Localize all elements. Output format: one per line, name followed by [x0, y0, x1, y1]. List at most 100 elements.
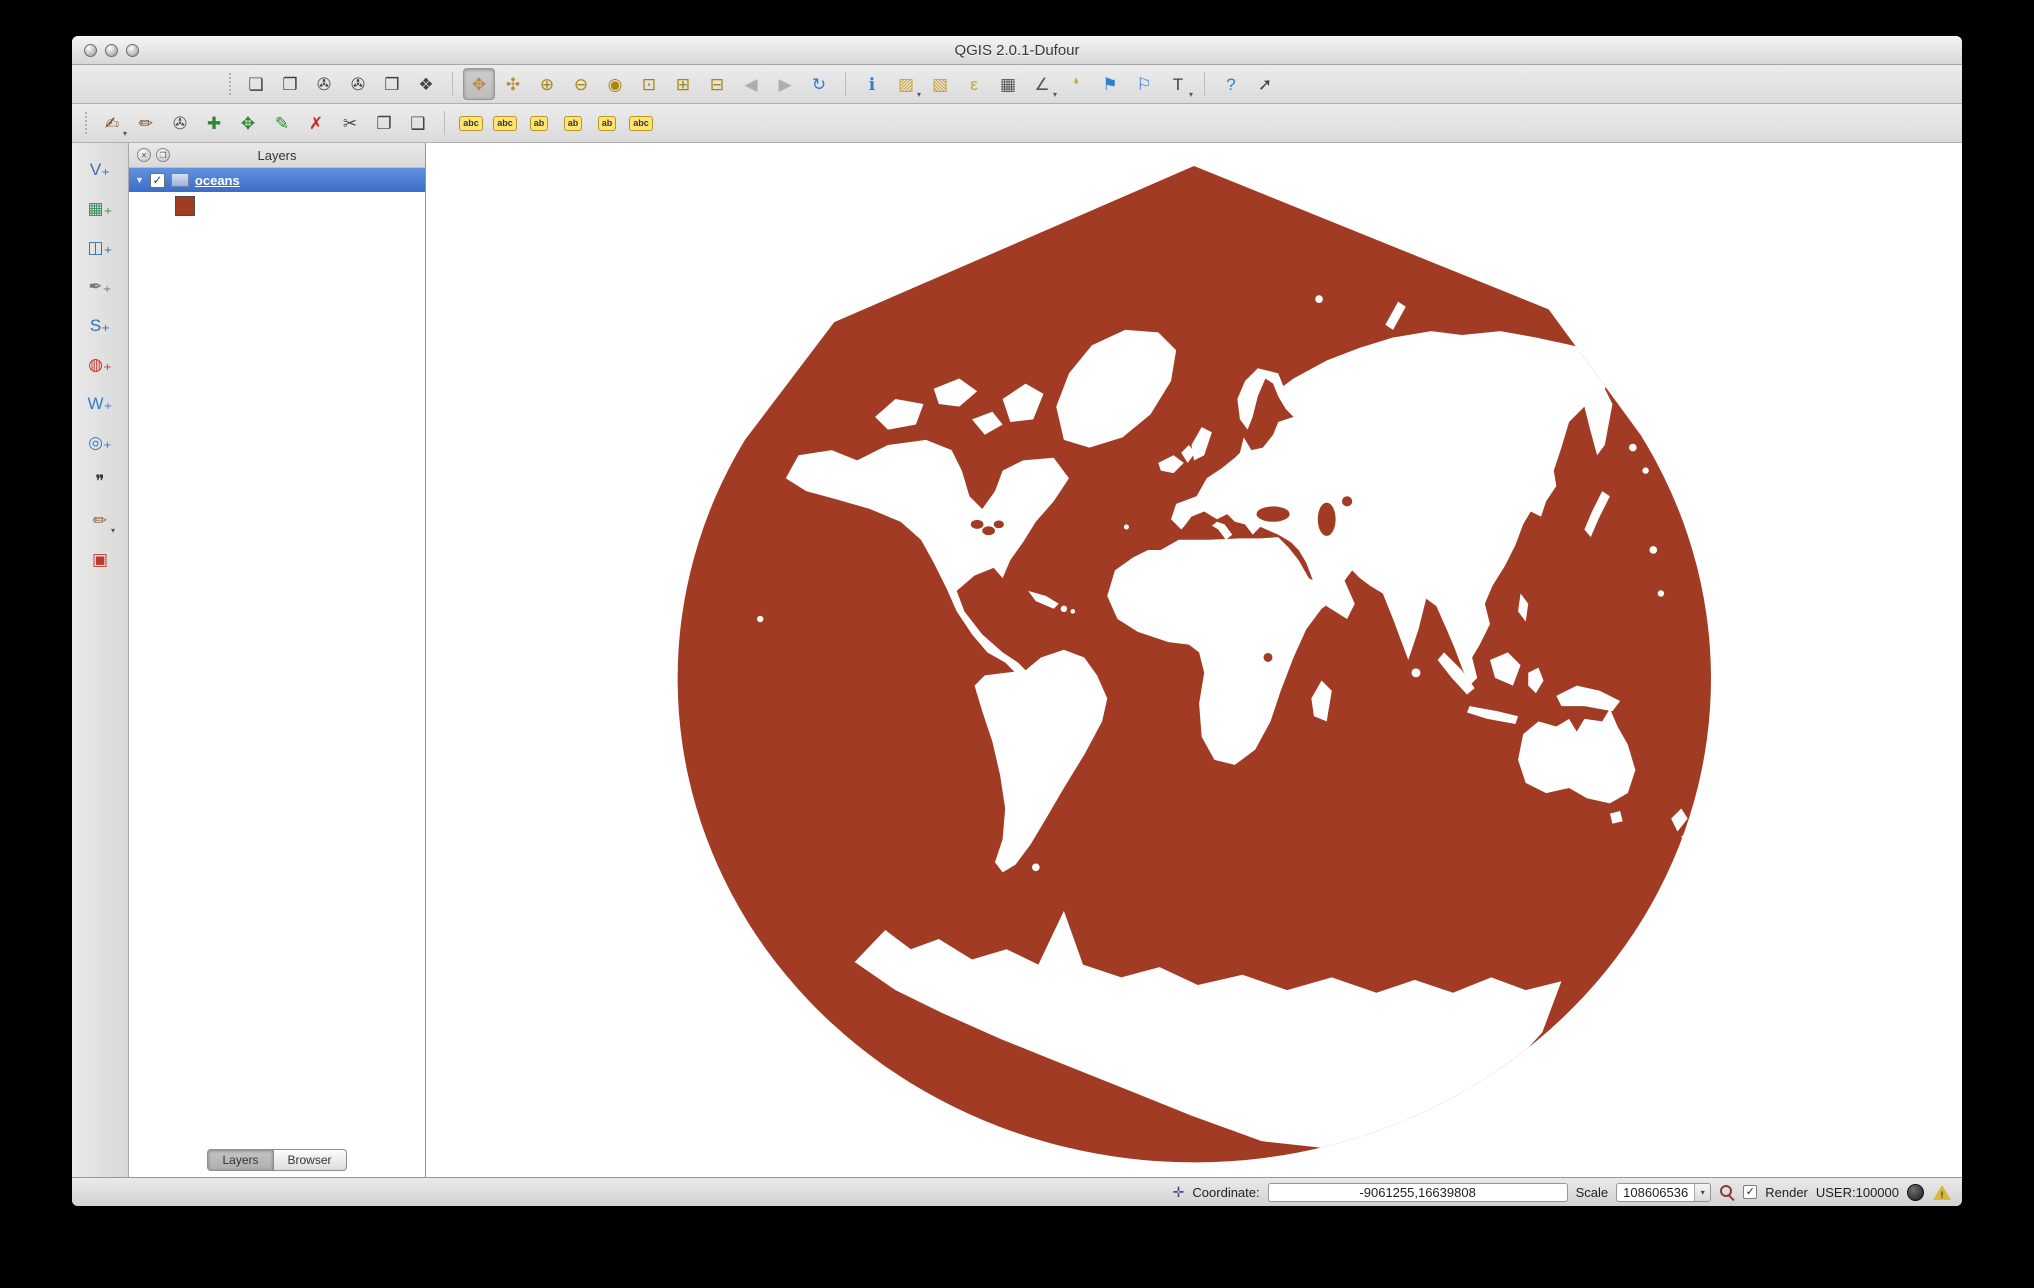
layer-name[interactable]: oceans: [195, 173, 240, 188]
layer-color-swatch[interactable]: [175, 196, 195, 216]
coordinate-input[interactable]: -9061255,16639808: [1268, 1183, 1568, 1202]
add-feature-button[interactable]: ✚: [198, 107, 230, 139]
minimize-button[interactable]: [105, 44, 118, 57]
layer-visibility-checkbox[interactable]: ✓: [150, 173, 165, 188]
whats-this-button[interactable]: ➚: [1249, 68, 1281, 100]
zoom-full-button[interactable]: ⊡: [633, 68, 665, 100]
toolbar-drag-handle[interactable]: [85, 112, 87, 134]
new-spatialite-layer-button[interactable]: ▣: [84, 543, 116, 575]
label-move-button[interactable]: ab: [557, 107, 589, 139]
label-move-icon: ab: [564, 116, 583, 131]
zoom-next-button[interactable]: ▶: [769, 68, 801, 100]
black-sea: [1257, 506, 1290, 521]
render-checkbox[interactable]: ✓: [1743, 1185, 1757, 1199]
toggle-editing-button[interactable]: ✏: [130, 107, 162, 139]
select-features-button[interactable]: ▨ ▾: [890, 68, 922, 100]
label-add-icon: abc: [493, 116, 517, 131]
panel-tabs: Layers Browser: [129, 1149, 425, 1171]
add-oracle-layer-button[interactable]: ◍₊: [84, 348, 116, 380]
chevron-down-icon[interactable]: ▾: [1694, 1184, 1710, 1201]
scale-combo[interactable]: 108606536 ▾: [1616, 1183, 1711, 1202]
composer-manager-button[interactable]: ❖: [410, 68, 442, 100]
open-attribute-table-button[interactable]: ▦: [992, 68, 1024, 100]
add-vector-layer-button[interactable]: V₊: [84, 153, 116, 185]
help-contents-button[interactable]: ?: [1215, 68, 1247, 100]
paste-features-button[interactable]: ❑: [402, 107, 434, 139]
new-bookmark-button[interactable]: ⚑: [1094, 68, 1126, 100]
new-project-icon: ❏: [248, 76, 263, 93]
open-project-icon: ❐: [282, 76, 297, 93]
zoom-in-button[interactable]: ⊕: [531, 68, 563, 100]
copy-features-button[interactable]: ❐: [368, 107, 400, 139]
toolbar-drag-handle[interactable]: [229, 73, 231, 95]
node-tool-button[interactable]: ✎: [266, 107, 298, 139]
label-rotate-button[interactable]: ab: [591, 107, 623, 139]
add-wms-layer-button[interactable]: W₊: [84, 387, 116, 419]
close-button[interactable]: [84, 44, 97, 57]
open-project-button[interactable]: ❐: [274, 68, 306, 100]
map-refresh-button[interactable]: ↻: [803, 68, 835, 100]
identify-features-button[interactable]: ℹ: [856, 68, 888, 100]
select-by-expression-button[interactable]: ε: [958, 68, 990, 100]
text-annotation-button[interactable]: T ▾: [1162, 68, 1194, 100]
copy-features-icon: ❐: [376, 115, 391, 132]
zoom-out-icon: ⊖: [574, 76, 588, 93]
pan-map-button[interactable]: ✥: [463, 68, 495, 100]
map-tips-button[interactable]: ❛: [1060, 68, 1092, 100]
add-raster-layer-button[interactable]: ▦₊: [84, 192, 116, 224]
deselect-features-button[interactable]: ▧: [924, 68, 956, 100]
dropdown-arrow-icon: ▾: [1053, 91, 1057, 99]
panel-close-icon[interactable]: ✕: [137, 148, 151, 162]
tab-layers[interactable]: Layers: [207, 1149, 273, 1171]
scale-value[interactable]: 108606536: [1617, 1184, 1694, 1201]
label-add-button[interactable]: abc: [489, 107, 521, 139]
zoom-out-button[interactable]: ⊖: [565, 68, 597, 100]
zoom-last-button[interactable]: ◀: [735, 68, 767, 100]
map-canvas[interactable]: [426, 143, 1962, 1177]
map-svg[interactable]: [426, 143, 1962, 1177]
current-edits-button[interactable]: ✍ ▾: [96, 107, 128, 139]
save-layer-edits-button[interactable]: ✇: [164, 107, 196, 139]
delete-selected-button[interactable]: ✗: [300, 107, 332, 139]
zoom-to-layer-button[interactable]: ⊟: [701, 68, 733, 100]
magnifier-icon[interactable]: [1719, 1184, 1735, 1200]
toolbar-digitizing-labels: ✍ ▾ ✏ ✇ ✚ ✥ ✎ ✗ ✂ ❐ ❑ abc abc ab ab ab a…: [72, 104, 1962, 143]
map-tips-icon: ❛: [1073, 76, 1078, 93]
messages-warning-icon[interactable]: !: [1932, 1184, 1952, 1201]
new-print-composer-button[interactable]: ❒: [376, 68, 408, 100]
zoom-in-icon: ⊕: [540, 76, 554, 93]
layer-expand-icon[interactable]: ▼: [135, 176, 144, 185]
pan-map-to-selection-button[interactable]: ✣: [497, 68, 529, 100]
new-shapefile-layer-button[interactable]: ✏ ▾: [84, 504, 116, 536]
new-project-button[interactable]: ❏: [240, 68, 272, 100]
labeling-button[interactable]: abc: [455, 107, 487, 139]
measure-line-button[interactable]: ∠ ▾: [1026, 68, 1058, 100]
label-properties-button[interactable]: abc: [625, 107, 657, 139]
crs-status-text[interactable]: USER:100000: [1816, 1185, 1899, 1200]
tab-browser[interactable]: Browser: [274, 1149, 347, 1171]
add-spatialite-layer-button[interactable]: ✒₊: [84, 270, 116, 302]
move-feature-button[interactable]: ✥: [232, 107, 264, 139]
scale-label: Scale: [1576, 1185, 1609, 1200]
zoom-to-selection-icon: ⊞: [676, 76, 690, 93]
panel-float-icon[interactable]: ❒: [156, 148, 170, 162]
delete-selected-icon: ✗: [309, 115, 323, 132]
cut-features-button[interactable]: ✂: [334, 107, 366, 139]
zoom-button[interactable]: [126, 44, 139, 57]
pan-map-icon: ✥: [472, 76, 486, 93]
label-pin-button[interactable]: ab: [523, 107, 555, 139]
save-project-button[interactable]: ✇: [308, 68, 340, 100]
add-mssql-layer-button[interactable]: S₊: [84, 309, 116, 341]
whats-this-icon: ➚: [1258, 76, 1272, 93]
add-wfs-layer-button[interactable]: ◎₊: [84, 426, 116, 458]
add-delimited-text-layer-button[interactable]: ❞: [84, 465, 116, 497]
zoom-actual-size-button[interactable]: ◉: [599, 68, 631, 100]
add-postgis-layer-button[interactable]: ◫₊: [84, 231, 116, 263]
mouse-position-icon[interactable]: ✛: [1173, 1185, 1185, 1199]
show-bookmarks-button[interactable]: ⚐: [1128, 68, 1160, 100]
save-project-as-button[interactable]: ✇: [342, 68, 374, 100]
add-mssql-layer-icon: S₊: [90, 317, 110, 334]
zoom-to-selection-button[interactable]: ⊞: [667, 68, 699, 100]
layer-item-oceans[interactable]: ▼ ✓ oceans: [129, 168, 425, 192]
crs-projector-icon[interactable]: [1907, 1184, 1924, 1201]
